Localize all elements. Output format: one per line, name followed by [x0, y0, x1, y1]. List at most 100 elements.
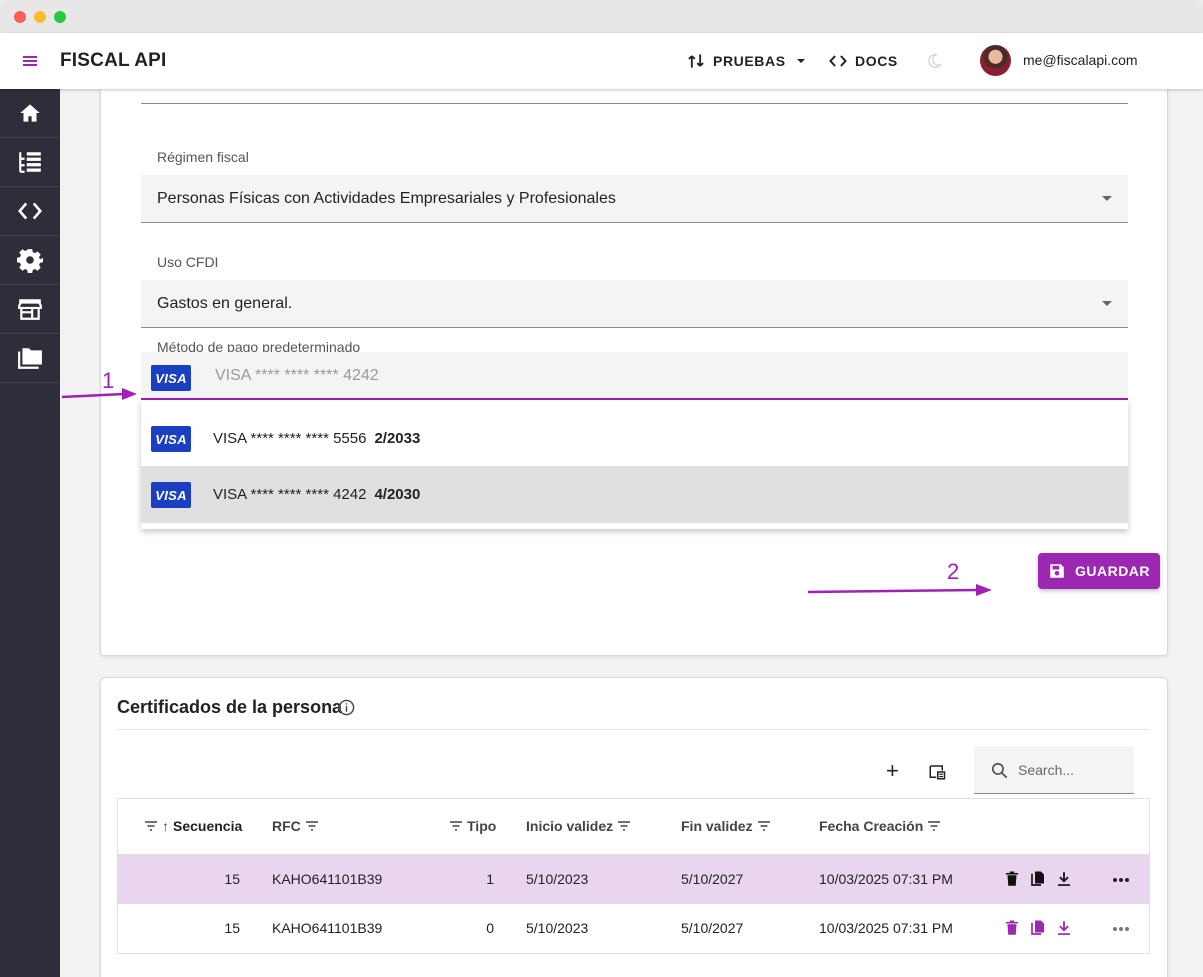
download-icon[interactable]: [1055, 919, 1073, 937]
moon-icon[interactable]: [925, 52, 943, 70]
chevron-down-icon: [1102, 301, 1112, 306]
column-header-fecha-creacion[interactable]: Fecha Creación: [819, 818, 941, 834]
column-header-tipo[interactable]: Tipo: [449, 818, 496, 834]
store-icon: [18, 299, 42, 320]
cell-secuencia: 15: [224, 871, 240, 887]
search-icon: [991, 762, 1008, 779]
filter-icon: [450, 821, 462, 831]
chevron-down-icon: [796, 59, 805, 63]
divider: [117, 729, 1150, 730]
column-header-inicio-validez[interactable]: Inicio validez: [526, 818, 631, 834]
visa-card-icon: VISA: [151, 365, 191, 391]
certificates-title: Certificados de la persona: [117, 697, 343, 717]
docs-label: DOCS: [855, 53, 898, 69]
payment-option-label: VISA **** **** **** 4242 4/2030: [213, 486, 421, 503]
sidebar-item-home[interactable]: [0, 89, 60, 138]
code-icon: [17, 202, 43, 220]
cell-fecha-creacion: 10/03/2025 07:31 PM: [819, 920, 953, 936]
payment-method-dropdown: VISA VISA **** **** **** 5556 2/2033 VISA…: [141, 400, 1128, 529]
table-row[interactable]: 15 KAHO641101B39 0 5/10/2023 5/10/2027 1…: [118, 904, 1149, 953]
sidebar-item-settings[interactable]: [0, 236, 60, 285]
filter-icon: [928, 821, 941, 831]
filter-icon: [618, 821, 631, 831]
sidebar: [0, 89, 60, 977]
search-input[interactable]: [1018, 760, 1128, 780]
regimen-fiscal-value: Personas Físicas con Actividades Empresa…: [157, 190, 616, 207]
download-icon[interactable]: [1055, 870, 1073, 888]
cell-tipo: 0: [486, 920, 494, 936]
sidebar-item-files[interactable]: [0, 334, 60, 383]
app-bar: FISCAL API PRUEBAS DOCS me@fiscalapi.com: [0, 33, 1203, 89]
home-icon: [20, 104, 40, 122]
cell-fecha-creacion: 10/03/2025 07:31 PM: [819, 871, 953, 887]
more-options-icon[interactable]: [1111, 920, 1131, 938]
delete-icon[interactable]: [1003, 870, 1021, 888]
floppy-disk-icon: [1050, 564, 1064, 578]
annotation-arrow-1: [61, 388, 137, 400]
column-header-rfc[interactable]: RFC: [272, 818, 319, 834]
export-icon[interactable]: [928, 763, 946, 781]
folders-icon: [18, 348, 42, 369]
minimize-window-button[interactable]: [34, 11, 46, 23]
filter-icon: [145, 821, 157, 831]
cell-secuencia: 15: [224, 920, 240, 936]
table-row[interactable]: 15 KAHO641101B39 1 5/10/2023 5/10/2027 1…: [118, 855, 1149, 904]
cell-rfc: KAHO641101B39: [272, 920, 383, 936]
cell-tipo: 1: [486, 871, 494, 887]
search-field[interactable]: [974, 746, 1134, 794]
column-label: Fin validez: [681, 818, 753, 834]
docs-button[interactable]: DOCS: [828, 49, 898, 73]
previous-field-underline: [141, 103, 1128, 104]
filter-icon: [305, 821, 318, 831]
certificates-card: Certificados de la persona + ↑ Secuencia…: [100, 677, 1168, 977]
person-form-card: Régimen fiscal Personas Físicas con Acti…: [100, 89, 1168, 656]
close-window-button[interactable]: [14, 11, 26, 23]
copy-icon[interactable]: [1029, 870, 1047, 888]
more-options-icon[interactable]: [1111, 871, 1131, 889]
save-button[interactable]: GUARDAR: [1038, 553, 1160, 589]
payment-option-label: VISA **** **** **** 5556 2/2033: [213, 430, 421, 447]
environment-label: PRUEBAS: [713, 53, 786, 69]
column-header-secuencia[interactable]: ↑ Secuencia: [144, 818, 242, 834]
uso-cfdi-field: Uso CFDI Gastos en general.: [141, 231, 1128, 328]
payment-option-expiry: 2/2033: [374, 430, 421, 447]
column-label: Secuencia: [173, 818, 243, 834]
cell-inicio-validez: 5/10/2023: [526, 920, 589, 936]
info-icon[interactable]: [338, 699, 355, 716]
gear-icon: [17, 249, 43, 273]
uso-cfdi-label: Uso CFDI: [157, 254, 219, 270]
payment-option-expiry: 4/2030: [374, 486, 421, 503]
column-label: Inicio validez: [526, 818, 614, 834]
menu-icon[interactable]: [20, 52, 40, 70]
sidebar-item-code[interactable]: [0, 187, 60, 236]
cell-inicio-validez: 5/10/2023: [526, 871, 589, 887]
maximize-window-button[interactable]: [54, 11, 66, 23]
filter-icon: [757, 821, 770, 831]
uso-cfdi-select[interactable]: Gastos en general.: [141, 280, 1128, 328]
payment-method-placeholder: VISA **** **** **** 4242: [215, 367, 379, 384]
payment-option[interactable]: VISA VISA **** **** **** 5556 2/2033: [141, 410, 1128, 467]
add-certificate-button[interactable]: +: [886, 758, 899, 784]
column-header-fin-validez[interactable]: Fin validez: [681, 818, 771, 834]
brand-title: FISCAL API: [60, 50, 167, 71]
payment-option-selected[interactable]: VISA VISA **** **** **** 4242 4/2030: [141, 466, 1128, 523]
cell-fin-validez: 5/10/2027: [681, 920, 744, 936]
regimen-fiscal-select[interactable]: Personas Físicas con Actividades Empresa…: [141, 175, 1128, 223]
regimen-fiscal-label: Régimen fiscal: [157, 149, 249, 165]
delete-icon[interactable]: [1003, 919, 1021, 937]
sort-ascending-icon: ↑: [162, 818, 169, 834]
annotation-arrow-2: [807, 584, 992, 596]
sidebar-item-tree[interactable]: [0, 138, 60, 187]
environment-menu-button[interactable]: PRUEBAS: [686, 49, 805, 73]
avatar[interactable]: [980, 45, 1011, 76]
payment-method-input[interactable]: VISA VISA **** **** **** 4242: [141, 352, 1128, 400]
list-tree-icon: [19, 152, 41, 173]
column-label: Fecha Creación: [819, 818, 924, 834]
user-email[interactable]: me@fiscalapi.com: [1023, 52, 1138, 68]
copy-icon[interactable]: [1029, 919, 1047, 937]
code-icon: [829, 55, 847, 67]
visa-card-icon: VISA: [151, 482, 191, 508]
regimen-fiscal-field: Régimen fiscal Personas Físicas con Acti…: [141, 126, 1128, 223]
certificates-table: ↑ Secuencia RFC Tipo Inicio validez Fin …: [117, 798, 1150, 954]
sidebar-item-store[interactable]: [0, 285, 60, 334]
